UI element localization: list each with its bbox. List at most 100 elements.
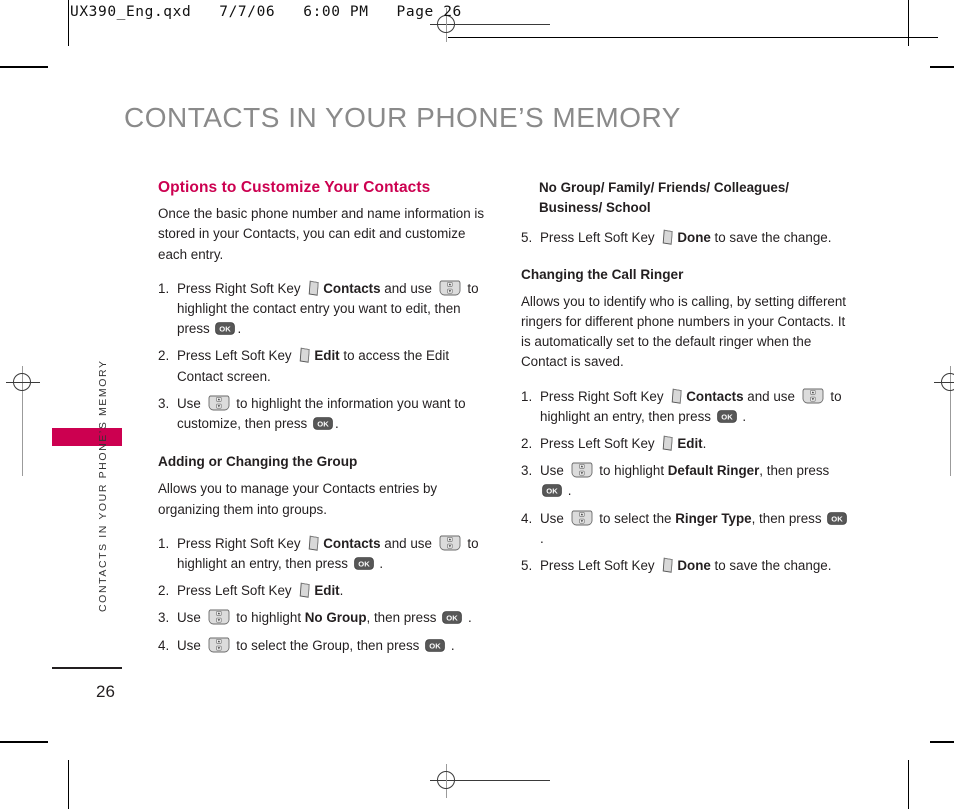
navigation-key-icon bbox=[571, 510, 593, 526]
step-text: and use bbox=[380, 280, 436, 296]
step-text: . bbox=[540, 530, 544, 546]
step-text: Press Left Soft Key bbox=[540, 558, 659, 574]
step-text: Press Left Soft Key bbox=[540, 436, 659, 452]
subsection-heading-group: Adding or Changing the Group bbox=[158, 454, 358, 470]
step-text: Press Right Soft Key bbox=[177, 535, 305, 551]
step-emphasis: Ringer Type bbox=[675, 510, 752, 526]
group-options-list: No Group/ Family/ Friends/ Colleagues/ B… bbox=[539, 180, 790, 216]
crop-mark-top-left-horizontal bbox=[0, 66, 48, 68]
right-column: No Group/ Family/ Friends/ Colleagues/ B… bbox=[521, 178, 851, 583]
step-text: to highlight bbox=[232, 610, 305, 626]
step-text: to highlight bbox=[595, 463, 668, 479]
soft-key-icon bbox=[298, 347, 311, 364]
step-text: , then press bbox=[759, 463, 830, 479]
step-text: Press Left Soft Key bbox=[540, 230, 659, 246]
step-emphasis: No Group bbox=[304, 610, 367, 626]
subsection-intro-group: Allows you to manage your Contacts entri… bbox=[158, 481, 438, 517]
step-text: Press Left Soft Key bbox=[177, 348, 296, 364]
step-text: Press Left Soft Key bbox=[177, 583, 296, 599]
step-text: Use bbox=[177, 637, 205, 653]
step-number: 3. bbox=[158, 610, 170, 626]
step-number: 2. bbox=[158, 583, 170, 599]
crop-mark-top-right-horizontal bbox=[930, 66, 954, 68]
step-emphasis: Edit bbox=[314, 348, 340, 364]
ok-key-icon: OK bbox=[442, 611, 463, 625]
step-text: Use bbox=[540, 510, 568, 526]
step-text: to save the change. bbox=[710, 230, 832, 246]
navigation-key-icon bbox=[208, 609, 230, 625]
navigation-key-icon bbox=[802, 388, 824, 404]
subsection-heading-ringer: Changing the Call Ringer bbox=[521, 266, 684, 282]
chapter-side-label: CONTACTS IN YOUR PHONE’S MEMORY bbox=[97, 359, 109, 612]
step-text: . bbox=[375, 556, 384, 572]
step-number: 5. bbox=[521, 230, 533, 246]
step-text: Press Right Soft Key bbox=[177, 280, 305, 296]
svg-text:OK: OK bbox=[447, 614, 459, 623]
step-text: . bbox=[738, 408, 747, 424]
ok-key-icon: OK bbox=[542, 484, 562, 498]
step-text: and use bbox=[743, 388, 799, 404]
steps-list-customize: 1. Press Right Soft Key Contacts and use … bbox=[158, 279, 488, 434]
registration-mark-bottom bbox=[430, 764, 550, 798]
step-text: to save the change. bbox=[710, 558, 832, 574]
soft-key-icon bbox=[298, 582, 311, 599]
soft-key-icon bbox=[307, 280, 320, 297]
page-title: CONTACTS IN YOUR PHONE’S MEMORY bbox=[124, 102, 681, 133]
step-emphasis: Default Ringer bbox=[667, 463, 760, 479]
step-item: 2. Press Left Soft Key Edit to access the… bbox=[158, 346, 488, 386]
step-text: , then press bbox=[366, 610, 441, 626]
ok-key-icon: OK bbox=[353, 557, 374, 570]
step-item: 1. Press Right Soft Key Contacts and use … bbox=[158, 534, 488, 574]
print-slug-underline bbox=[448, 37, 938, 38]
step-item: 1. Press Right Soft Key Contacts and use … bbox=[158, 279, 488, 340]
crop-mark-top-left-vertical bbox=[68, 0, 69, 46]
section-heading: Options to Customize Your Contacts bbox=[158, 179, 431, 196]
step-item: 3. Use to highlight Default Ringer, then … bbox=[521, 461, 851, 501]
step-text: . bbox=[339, 583, 344, 599]
step-text: . bbox=[447, 637, 455, 653]
step-emphasis: Contacts bbox=[323, 280, 381, 296]
step-emphasis: Edit bbox=[314, 583, 340, 599]
page-number: 26 bbox=[96, 682, 115, 701]
svg-text:OK: OK bbox=[429, 641, 441, 650]
step-item: 5. Press Left Soft Key Done to save the c… bbox=[521, 228, 851, 248]
soft-key-icon bbox=[661, 435, 674, 452]
soft-key-icon bbox=[307, 535, 320, 552]
step-number: 1. bbox=[158, 535, 170, 551]
step-number: 2. bbox=[521, 436, 533, 452]
navigation-key-icon bbox=[208, 637, 230, 653]
step-number: 2. bbox=[158, 348, 170, 364]
step-text: , then press bbox=[751, 510, 826, 526]
step-number: 1. bbox=[521, 388, 533, 404]
step-item: 4. Use to select the Ringer Type, then pr… bbox=[521, 509, 851, 549]
folio-rule bbox=[52, 667, 122, 669]
step-text: Press Right Soft Key bbox=[540, 388, 668, 404]
step-number: 3. bbox=[158, 395, 170, 411]
ok-key-icon: OK bbox=[425, 638, 445, 652]
soft-key-icon bbox=[661, 229, 674, 246]
crop-mark-bottom-left-horizontal bbox=[0, 741, 48, 743]
step-text: . bbox=[464, 610, 472, 626]
navigation-key-icon bbox=[208, 395, 230, 411]
crop-mark-bottom-right-vertical bbox=[908, 760, 909, 809]
steps-list-ringer: 1. Press Right Soft Key Contacts and use … bbox=[521, 387, 851, 577]
svg-text:OK: OK bbox=[220, 325, 232, 334]
step-number: 1. bbox=[158, 280, 170, 296]
svg-text:OK: OK bbox=[358, 559, 370, 568]
step-item: 2. Press Left Soft Key Edit. bbox=[521, 434, 851, 454]
svg-text:OK: OK bbox=[546, 487, 558, 496]
svg-text:OK: OK bbox=[721, 412, 733, 421]
svg-text:OK: OK bbox=[832, 514, 844, 523]
step-number: 3. bbox=[521, 463, 533, 479]
step-number: 5. bbox=[521, 558, 533, 574]
soft-key-icon bbox=[670, 388, 683, 405]
step-text: . bbox=[564, 483, 572, 499]
ok-key-icon: OK bbox=[827, 511, 848, 525]
soft-key-icon bbox=[661, 557, 674, 574]
step-item: 3. Use to highlight No Group, then press … bbox=[158, 608, 488, 628]
ok-key-icon: OK bbox=[716, 410, 737, 423]
steps-list-group-final: 5. Press Left Soft Key Done to save the c… bbox=[521, 228, 851, 248]
step-item: 5. Press Left Soft Key Done to save the c… bbox=[521, 556, 851, 576]
step-emphasis: Done bbox=[677, 230, 711, 246]
step-emphasis: Done bbox=[677, 558, 711, 574]
